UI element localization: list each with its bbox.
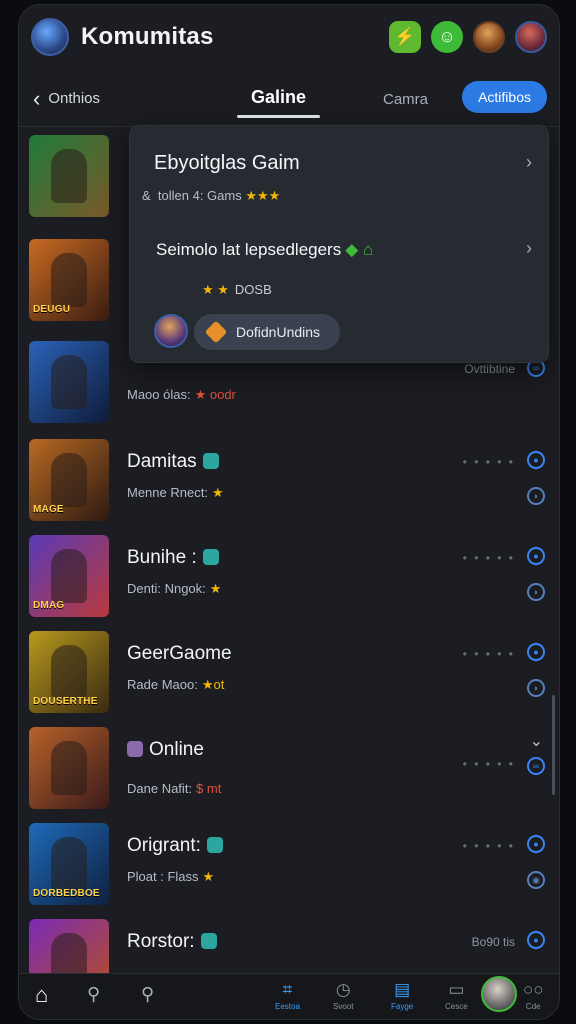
- thumbnail-caption: DORBEDBOE: [33, 888, 100, 899]
- row-subtitle: Menne Rnect: ★: [127, 485, 224, 500]
- nav-item-eestoa[interactable]: ⌗ Eestoa: [275, 980, 300, 1011]
- row-status: Ovttibtine: [464, 362, 515, 376]
- chevron-down-icon[interactable]: ⌄: [530, 731, 543, 751]
- smile-icon[interactable]: ☺: [431, 21, 463, 53]
- back-label: Onthios: [48, 90, 101, 107]
- row-title: GeerGaome: [127, 643, 232, 664]
- app-avatar[interactable]: [31, 18, 69, 56]
- avatar[interactable]: [515, 21, 547, 53]
- popup-title[interactable]: Ebyoitglas Gaim: [154, 152, 300, 175]
- list-item[interactable]: Online Dane Nafit: $ mt ⌄ • • • • • ∞: [19, 721, 559, 819]
- row-title: Origrant:: [127, 835, 223, 857]
- game-thumbnail: MAGE: [29, 439, 109, 521]
- nav-item-cesce[interactable]: ▭ Cesce: [445, 980, 468, 1011]
- game-thumbnail: DMAG: [29, 535, 109, 617]
- row-title: Online: [127, 739, 204, 761]
- game-thumbnail: [29, 135, 109, 217]
- chevron-right-icon[interactable]: ›: [526, 238, 532, 259]
- dots-icon: • • • • •: [462, 647, 515, 661]
- nav-item-fayge[interactable]: ▤ Fayge: [391, 980, 413, 1011]
- thumbnail-caption: DMAG: [33, 600, 65, 611]
- popup-line[interactable]: Seimolo lat lepsedlegers ◆ ⌂: [156, 240, 373, 260]
- game-thumbnail: [29, 727, 109, 809]
- row-subtitle: Maoo ólas: ★ oodr: [127, 387, 236, 402]
- clock-icon: ◷: [335, 980, 351, 999]
- search-icon[interactable]: ⚲: [87, 984, 100, 1005]
- tab-camra[interactable]: Camra: [383, 91, 428, 108]
- row-title: Damitas: [127, 451, 219, 473]
- nav-item-cde[interactable]: ○○ Cde: [523, 980, 544, 1011]
- more-icon: ○○: [523, 980, 544, 999]
- info-icon[interactable]: ●: [527, 451, 545, 469]
- avatar[interactable]: [154, 314, 188, 348]
- eye-icon[interactable]: ◉: [527, 871, 545, 889]
- book-icon: ▤: [394, 980, 411, 999]
- row-status: Bo90 tis: [471, 935, 515, 949]
- dots-icon: • • • • •: [462, 455, 515, 469]
- game-thumbnail: DOUSERTHE: [29, 631, 109, 713]
- list-item[interactable]: DOUSERTHE GeerGaome Rade Maoo: ★ot • • • …: [19, 625, 559, 723]
- list-item[interactable]: DMAG Bunihe : Denti: Nngok: ★ • • • • • ●…: [19, 529, 559, 627]
- game-thumbnail: DORBEDBOE: [29, 823, 109, 905]
- game-thumbnail: [29, 341, 109, 423]
- thumbnail-caption: DEUGU: [33, 304, 71, 315]
- phone-frame: Komumitas ⚡ ☺ ‹ Onthios Galine Camra Act…: [18, 4, 560, 1020]
- row-subtitle: Ploat : Flass ★: [127, 869, 215, 884]
- info-icon[interactable]: ●: [527, 643, 545, 661]
- avatar[interactable]: [473, 21, 505, 53]
- list-item[interactable]: MAGE Damitas Menne Rnect: ★ • • • • • ● ◗: [19, 433, 559, 531]
- nav-item-svoot[interactable]: ◷ Svoot: [333, 980, 353, 1011]
- avatar[interactable]: [481, 976, 517, 1012]
- popup-subtitle: & tollen 4: Gams ★★★: [142, 188, 281, 203]
- shield-icon[interactable]: ◗: [527, 583, 545, 601]
- popup-action-button[interactable]: DofidnUndins: [194, 314, 341, 350]
- top-icons: ⚡ ☺: [389, 21, 547, 53]
- chevron-right-icon[interactable]: ›: [526, 152, 532, 173]
- lightning-icon[interactable]: ⚡: [389, 21, 421, 53]
- info-icon[interactable]: ●: [527, 835, 545, 853]
- app-title: Komumitas: [81, 23, 214, 50]
- shield-icon[interactable]: ◗: [527, 679, 545, 697]
- row-subtitle: Dane Nafit: $ mt: [127, 781, 222, 796]
- row-subtitle: Denti: Nngok: ★: [127, 581, 222, 596]
- link-icon[interactable]: ∞: [527, 757, 545, 775]
- search-icon[interactable]: ⚲: [141, 984, 154, 1005]
- bottom-nav: ⌂ ⚲ ⚲ ⌗ Eestoa ◷ Svoot ▤ Fayge ▭ Cesce ○○ Cde: [19, 973, 559, 1019]
- box-icon: ▭: [448, 980, 465, 999]
- row-title: Bunihe :: [127, 547, 219, 569]
- thumbnail-caption: MAGE: [33, 504, 64, 515]
- info-icon[interactable]: ●: [527, 547, 545, 565]
- popup-rating: ★ ★ DOSB: [202, 282, 272, 297]
- home-icon[interactable]: ⌂: [35, 982, 48, 1008]
- game-thumbnail: DEUGU: [29, 239, 109, 321]
- info-icon[interactable]: ●: [527, 931, 545, 949]
- nav-row: ‹ Onthios Galine Camra Actifibos: [19, 71, 559, 127]
- diamond-icon: [204, 320, 228, 344]
- dots-icon: • • • • •: [462, 839, 515, 853]
- chevron-left-icon: ‹: [33, 85, 41, 111]
- game-popup: Ebyoitglas Gaim & tollen 4: Gams ★★★ › S…: [129, 125, 549, 363]
- back-button[interactable]: ‹ Onthios: [33, 86, 100, 112]
- top-bar: Komumitas ⚡ ☺: [19, 5, 559, 69]
- tab-galine[interactable]: Galine: [236, 87, 321, 118]
- row-title: Rorstor:: [127, 931, 217, 953]
- thumbnail-caption: DOUSERTHE: [33, 696, 98, 707]
- list-item[interactable]: DORBEDBOE Origrant: Ploat : Flass ★ • • •…: [19, 817, 559, 915]
- shield-icon[interactable]: ◗: [527, 487, 545, 505]
- actifibos-button[interactable]: Actifibos: [462, 81, 547, 113]
- dots-icon: • • • • •: [462, 551, 515, 565]
- dots-icon: • • • • •: [462, 757, 515, 771]
- row-subtitle: Rade Maoo: ★ot: [127, 677, 225, 692]
- grid-icon: ⌗: [282, 980, 293, 999]
- scrollbar[interactable]: [552, 695, 555, 795]
